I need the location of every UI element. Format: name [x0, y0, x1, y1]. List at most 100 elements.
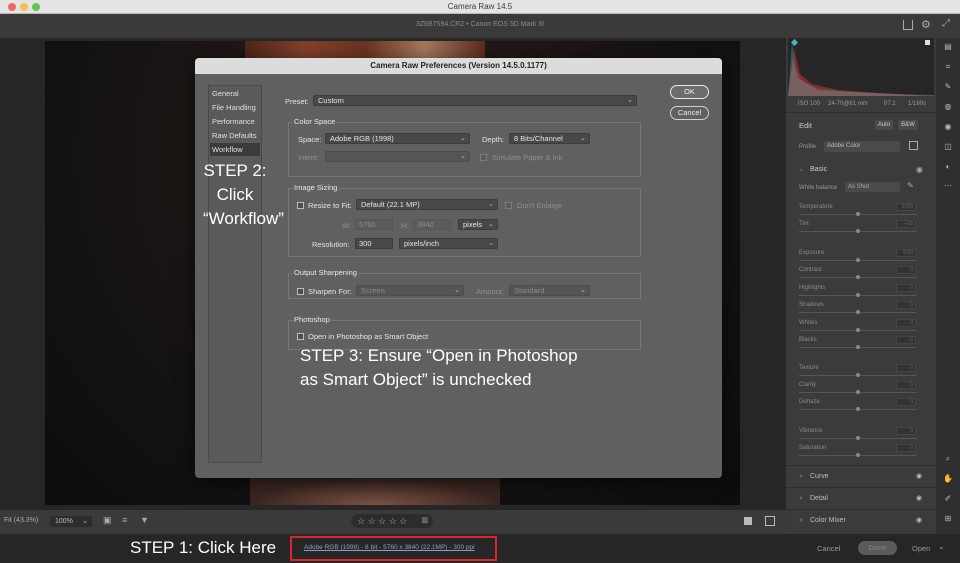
ok-button[interactable]: OK	[670, 85, 709, 99]
sharpen-for-checkbox[interactable]	[297, 288, 304, 295]
basic-visibility-icon[interactable]: ◉	[916, 165, 923, 174]
resize-to-fit-select[interactable]: Default (22.1 MP) ⌄	[356, 199, 498, 210]
cancel-dialog-button[interactable]: Cancel	[670, 106, 709, 120]
hand-icon[interactable]: ✋	[943, 474, 953, 484]
more-icon[interactable]: ⋯	[943, 181, 953, 191]
before-after-icon[interactable]	[765, 516, 775, 526]
sampler-icon[interactable]: ✐	[943, 494, 953, 504]
snapshots-icon[interactable]: ◫	[943, 142, 953, 152]
resolution-input[interactable]: 300	[355, 238, 393, 249]
slider-knob[interactable]	[856, 407, 860, 411]
slider-knob[interactable]	[856, 275, 860, 279]
healing-icon[interactable]: ✎	[943, 82, 953, 92]
zoom-icon[interactable]: ⌕	[943, 454, 953, 464]
nav-raw-defaults[interactable]: Raw Defaults	[210, 129, 260, 142]
fit-zoom[interactable]: Fit (43.3%)	[4, 517, 38, 524]
curve-section[interactable]: › Curve ◉	[786, 465, 936, 487]
size-unit-select[interactable]: pixels ⌄	[458, 219, 498, 230]
basic-section-title[interactable]: Basic	[810, 166, 827, 173]
bw-button[interactable]: B&W	[898, 120, 918, 130]
dont-enlarge-checkbox[interactable]	[505, 202, 512, 209]
filmstrip-icon[interactable]: ▣	[103, 515, 112, 526]
slider-value[interactable]: 0	[896, 364, 916, 372]
color-mixer-section[interactable]: › Color Mixer ◉	[786, 509, 936, 531]
slider-knob[interactable]	[856, 258, 860, 262]
filter-icon[interactable]: ▼	[140, 515, 149, 525]
sort-icon[interactable]: ≡	[122, 515, 127, 525]
workflow-options-link[interactable]: Adobe RGB (1998) - 8 bit - 5760 x 3840 (…	[304, 544, 475, 551]
profile-browser-icon[interactable]	[909, 141, 918, 150]
slider-value[interactable]: 0	[896, 381, 916, 389]
slider-value[interactable]: 0	[896, 336, 916, 344]
single-view-icon[interactable]	[744, 517, 752, 525]
slider-knob[interactable]	[856, 310, 860, 314]
visibility-icon[interactable]: ◉	[916, 488, 922, 510]
space-select[interactable]: Adobe RGB (1998) ⌄	[325, 133, 470, 144]
depth-select[interactable]: 8 Bits/Channel ⌄	[509, 133, 590, 144]
auto-button[interactable]: Auto	[875, 120, 893, 130]
slider-value[interactable]: 0	[896, 319, 916, 327]
slider-value[interactable]: 0	[896, 444, 916, 452]
profile-select[interactable]: Adobe Color	[824, 141, 900, 152]
chevron-right-icon: ›	[800, 473, 803, 480]
width-input[interactable]: 5760	[355, 219, 393, 230]
open-options-chevron-icon[interactable]: ⌄	[938, 542, 945, 551]
height-input[interactable]: 3840	[413, 219, 451, 230]
zoom-select[interactable]: 100% ⌄	[50, 516, 92, 527]
chevron-right-icon: ›	[800, 517, 803, 524]
resize-to-fit-checkbox[interactable]	[297, 202, 304, 209]
slider-value[interactable]: 0	[896, 427, 916, 435]
eyedropper-icon[interactable]: ✎	[907, 181, 914, 190]
nav-workflow[interactable]: Workflow	[210, 143, 260, 156]
slider-value[interactable]: 0	[896, 266, 916, 274]
slider-knob[interactable]	[856, 436, 860, 440]
slider-value[interactable]: 5700	[896, 203, 916, 211]
smart-object-checkbox[interactable]	[297, 333, 304, 340]
slider-value[interactable]: +16	[896, 220, 916, 228]
nav-performance[interactable]: Performance	[210, 115, 260, 128]
visibility-icon[interactable]: ◉	[916, 466, 922, 488]
done-button[interactable]: Done	[858, 541, 897, 555]
visibility-icon[interactable]: ◉	[916, 510, 922, 532]
red-eye-icon[interactable]: ◉	[943, 122, 953, 132]
sharpen-for-select[interactable]: Screen ⌄	[356, 285, 464, 296]
highlight-clipping-icon[interactable]	[925, 40, 930, 45]
rating-stars[interactable]: ☆ ☆ ☆ ☆ ☆ ▥	[351, 514, 433, 528]
fullscreen-icon[interactable]: ⤢	[942, 18, 950, 29]
nav-general[interactable]: General	[210, 87, 260, 100]
photoshop-title: Photoshop	[293, 315, 331, 324]
masking-icon[interactable]: ◍	[943, 102, 953, 112]
slider-value[interactable]: 0	[896, 398, 916, 406]
intent-select[interactable]: ⌄	[325, 151, 470, 162]
gear-icon[interactable]: ⚙	[921, 18, 931, 31]
slider-knob[interactable]	[856, 328, 860, 332]
slider-knob[interactable]	[856, 293, 860, 297]
slider-label: Whites	[799, 320, 818, 326]
resolution-unit-select[interactable]: pixels/inch ⌄	[399, 238, 498, 249]
nav-file-handling[interactable]: File Handling	[210, 101, 260, 114]
presets-icon[interactable]: ◐	[943, 162, 953, 172]
slider-knob[interactable]	[856, 390, 860, 394]
slider-label: Contrast	[799, 267, 822, 273]
preset-select[interactable]: Custom ⌄	[313, 95, 637, 106]
edit-tool-icon[interactable]: ▤	[943, 42, 953, 52]
slider-value[interactable]: 0	[896, 301, 916, 309]
simulate-paper-checkbox[interactable]	[480, 154, 487, 161]
detail-section[interactable]: › Detail ◉	[786, 487, 936, 509]
slider-value[interactable]: 0.00	[896, 249, 916, 257]
open-button[interactable]: Open	[912, 544, 930, 553]
cancel-button[interactable]: Cancel	[817, 544, 840, 553]
amount-select[interactable]: Standard ⌄	[509, 285, 590, 296]
slider-knob[interactable]	[856, 373, 860, 377]
slider-knob[interactable]	[856, 212, 860, 216]
white-balance-select[interactable]: As Shot	[845, 182, 900, 192]
slider-value[interactable]: 0	[896, 284, 916, 292]
save-icon[interactable]	[903, 20, 913, 30]
crop-icon[interactable]: ⌗	[943, 62, 953, 72]
basic-chevron-icon[interactable]: ⌄	[799, 166, 804, 173]
trash-icon[interactable]: ▥	[421, 514, 428, 528]
slider-knob[interactable]	[856, 345, 860, 349]
slider-knob[interactable]	[856, 453, 860, 457]
grid-icon[interactable]: ⊞	[943, 514, 953, 524]
slider-knob[interactable]	[856, 229, 860, 233]
